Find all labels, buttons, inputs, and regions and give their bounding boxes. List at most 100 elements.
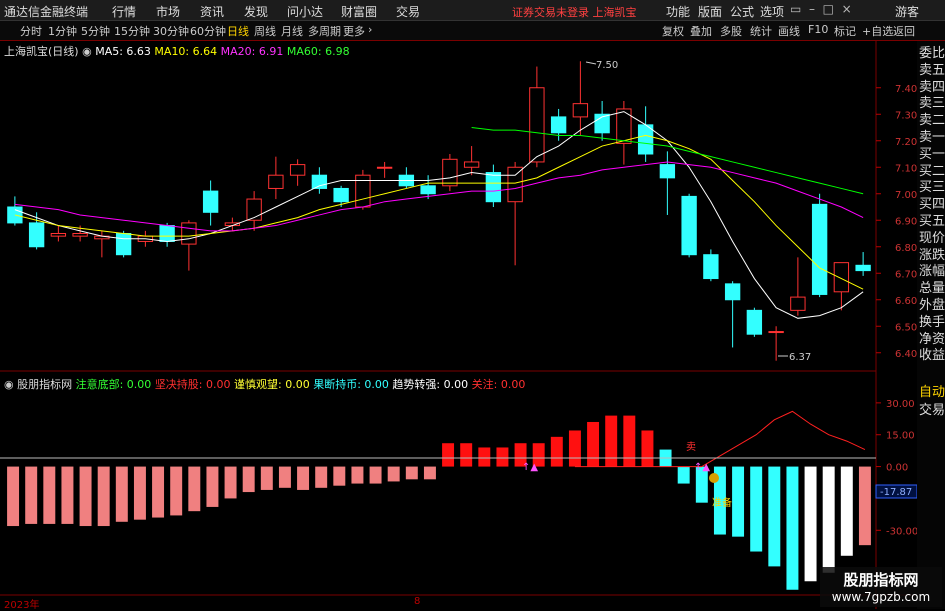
candle-body: [72, 233, 88, 237]
quote-field: 卖四: [919, 79, 945, 95]
indicator-name[interactable]: 股朋指标网: [17, 378, 72, 391]
candle-body: [855, 264, 871, 272]
candle-body: [811, 203, 828, 295]
indicator-bar: [79, 466, 92, 527]
indicator-bar: [61, 466, 74, 524]
indicator-bar: [297, 466, 310, 490]
indicator-bar: [460, 443, 473, 467]
coin-icon: [709, 473, 719, 483]
candle-body: [311, 174, 328, 189]
indicator-bar: [423, 466, 436, 480]
stock-name[interactable]: 上海凯宝(日线): [4, 45, 79, 58]
ind-item-4: 果断持币: 0.00: [313, 378, 389, 391]
ind-settings-icon[interactable]: ◉: [4, 378, 17, 391]
candle-body: [181, 222, 197, 245]
indicator-bar: [768, 466, 781, 567]
quote-field: 买四: [919, 197, 945, 213]
indicator-bar: [786, 466, 799, 590]
indicator-bar: [97, 466, 110, 527]
high-label: 7.50: [596, 60, 618, 71]
candle-body: [833, 262, 850, 293]
indicator-header: ◉ 股朋指标网 注意底部: 0.00 坚决持股: 0.00 谨慎观望: 0.00…: [4, 376, 525, 392]
quote-field: 收益: [919, 348, 945, 364]
indicator-bar: [206, 466, 219, 507]
candle-body: [768, 331, 784, 334]
candle-body: [289, 164, 306, 176]
quote-field: 买一: [919, 146, 945, 162]
ind-tick-label: 0.00: [886, 463, 908, 474]
quote-field: 涨幅: [919, 264, 945, 280]
quote-field: 现价: [919, 230, 945, 246]
quote-field: 净资: [919, 331, 945, 347]
candle-body: [550, 116, 567, 134]
quote-field: 总量: [919, 281, 945, 297]
quote-field: 买三: [919, 180, 945, 196]
ind-tick-label: -30.00: [886, 526, 918, 537]
indicator-bar: [605, 415, 618, 467]
candle-body: [376, 166, 393, 169]
candle-body: [637, 124, 654, 155]
indicator-bar: [333, 466, 346, 486]
up-arrow-icon-2: ↑▲: [694, 462, 710, 473]
price-tick-label: 7.20: [895, 137, 917, 148]
up-arrow-icon: ↑▲: [522, 462, 538, 473]
indicator-bar: [369, 466, 382, 484]
candle-body: [485, 172, 502, 203]
quote-field: 卖一: [919, 130, 945, 145]
indicator-bar: [25, 466, 38, 524]
candle-body: [333, 187, 349, 203]
price-tick-label: 7.30: [895, 110, 917, 121]
quote-field: 卖二: [919, 113, 945, 129]
indicator-bar: [133, 466, 146, 520]
indicator-bar: [7, 466, 20, 527]
indicator-bar: [568, 430, 581, 467]
candle-body: [442, 158, 458, 187]
indicator-bar: [732, 466, 745, 537]
indicator-bar: [496, 447, 509, 467]
quote-field: 卖三: [919, 96, 945, 112]
quote-field: 换手: [919, 314, 945, 330]
quote-field: 外盘: [919, 298, 945, 313]
candle-body: [724, 283, 741, 301]
ind-item-1: 注意底部: 0.00: [75, 378, 152, 391]
ind-tick-label: 30.00: [886, 399, 915, 410]
kline-chart[interactable]: 7.40 7.30 7.20 7.10 7.00 6.90 6.80 6.70 6.60 6.50…: [0, 0, 945, 609]
price-tick-label: 6.90: [895, 216, 917, 227]
indicator-bar: [278, 466, 291, 488]
trade-field[interactable]: 交易: [919, 403, 945, 419]
quote-field: 涨跌: [919, 247, 945, 263]
indicator-bar: [43, 466, 56, 524]
low-label: 6.37: [789, 352, 811, 363]
quote-field: 买二: [919, 163, 945, 179]
buy-mark: 准备: [712, 496, 732, 509]
ma20-line: [14, 161, 864, 232]
indicator-bar: [641, 430, 654, 467]
trade-field[interactable]: 自动: [919, 385, 945, 401]
ma5-value: MA5: 6.63: [95, 45, 151, 58]
candle-body: [159, 225, 175, 242]
indicator-bar: [858, 466, 871, 546]
ma60-value: MA60: 6.98: [286, 45, 350, 58]
candle-body: [572, 103, 589, 118]
ind-current-value: -17.87: [880, 487, 912, 498]
quote-field: 委比: [919, 46, 945, 61]
indicator-bar: [822, 466, 835, 573]
quote-field: 买五: [919, 214, 945, 229]
price-tick-label: 6.80: [895, 243, 917, 254]
candle-body: [28, 222, 45, 248]
indicator-bar: [623, 415, 636, 467]
ma10-line: [14, 134, 864, 290]
candle-body: [463, 161, 480, 168]
indicator-bar: [242, 466, 255, 493]
sell-mark: 卖: [686, 441, 696, 453]
candle-body: [115, 233, 132, 256]
watermark-logo: 股朋指标网 www.7gpzb.com: [820, 567, 942, 607]
ind-item-3: 谨慎观望: 0.00: [234, 378, 310, 391]
ind-item-5: 趋势转强: 0.00: [392, 378, 469, 391]
watermark-line2: www.7gpzb.com: [831, 590, 931, 604]
indicator-bar: [478, 447, 491, 467]
candle-body: [790, 296, 806, 311]
price-tick-label: 7.10: [895, 163, 917, 174]
price-tick-label: 7.00: [895, 190, 917, 201]
settings-icon[interactable]: ◉: [82, 45, 95, 58]
